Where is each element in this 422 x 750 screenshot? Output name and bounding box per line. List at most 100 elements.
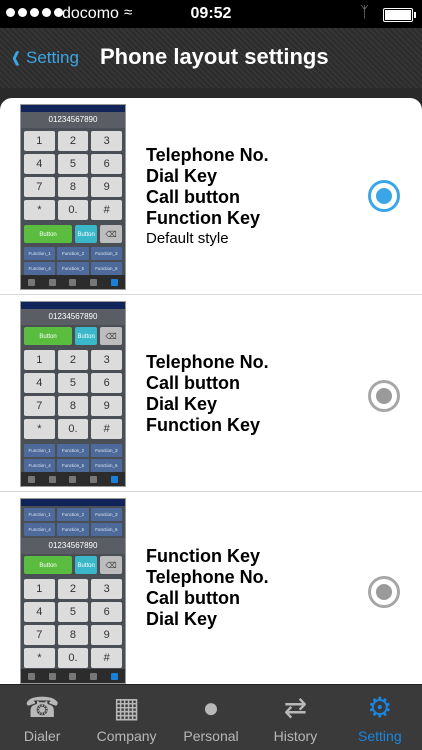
- bottom-tab-bar: ☎ Dialer ▦ Company ● Personal ⇄ History ⚙ Setting: [0, 684, 422, 750]
- thumb-function-key: Function_2: [57, 444, 89, 457]
- thumb-dial-key: 7: [24, 177, 55, 197]
- thumb-function-key: Function_6: [90, 523, 122, 536]
- thumb-function-key: Function_1: [24, 508, 56, 521]
- thumb-dial-key: 9: [91, 396, 122, 416]
- thumb-dial-key: 1: [24, 350, 55, 370]
- thumb-dial-key: 5: [57, 154, 89, 174]
- thumb-delete-icon: ⌫: [100, 556, 122, 574]
- thumb-status-bar: [21, 302, 125, 309]
- thumb-dial-key: 5: [57, 373, 89, 393]
- back-label: Setting: [26, 48, 79, 67]
- building-icon: ▦: [113, 692, 140, 723]
- thumb-function-key: Function_3: [90, 247, 122, 260]
- thumb-dial-keypad: 1 2 3 4 5 6 7 8 9 * 0. #: [21, 128, 125, 223]
- layout-order-item: Function Key: [146, 546, 261, 566]
- tab-history[interactable]: ⇄ History: [253, 685, 337, 750]
- thumb-function-key: Function_4: [24, 523, 56, 536]
- tab-setting[interactable]: ⚙ Setting: [338, 685, 422, 750]
- layout-order-item: Function Key: [146, 208, 261, 228]
- thumb-dial-key: 0.: [57, 200, 89, 220]
- thumb-dial-key: *: [24, 419, 55, 439]
- thumb-dial-key: 8: [57, 396, 89, 416]
- thumb-function-key: Function_5: [57, 523, 89, 536]
- thumb-dial-key: 4: [24, 602, 55, 622]
- thumb-dial-key: *: [24, 200, 55, 220]
- thumb-dial-key: 1: [24, 579, 55, 599]
- thumb-function-keys: Function_1 Function_2 Function_3 Function_4…: [21, 506, 125, 538]
- layout-radio-button[interactable]: [368, 576, 400, 608]
- thumb-function-key: Function_5: [57, 262, 89, 275]
- thumb-call-row: Button Button ⌫: [21, 554, 125, 576]
- layout-order-item: Dial Key: [146, 166, 218, 186]
- layout-option-labels: Function Key Telephone No. Call button Dial…: [146, 546, 269, 630]
- status-time: 09:52: [190, 5, 232, 22]
- thumb-dial-key: 0.: [57, 648, 89, 668]
- thumb-dial-key: #: [91, 419, 122, 439]
- layout-preview-thumbnail: Function_1 Function_2 Function_3 Function_4…: [20, 498, 126, 684]
- layout-option-row[interactable]: Function_1 Function_2 Function_3 Function_4…: [0, 492, 422, 684]
- bluetooth-icon: ᛉ: [360, 4, 370, 21]
- layout-option-labels: Telephone No. Call button Dial Key Function…: [146, 352, 269, 436]
- tab-dialer[interactable]: ☎ Dialer: [0, 685, 84, 750]
- thumb-tab-bar: [21, 472, 125, 486]
- thumb-call-row: Button Button ⌫: [21, 325, 125, 347]
- tab-company[interactable]: ▦ Company: [84, 685, 168, 750]
- layout-radio-button[interactable]: [368, 380, 400, 412]
- thumb-tab-bar: [21, 669, 125, 683]
- thumb-delete-icon: ⌫: [100, 327, 122, 345]
- thumb-function-key: Function_1: [24, 247, 56, 260]
- layout-option-subtitle: Default style: [146, 230, 229, 247]
- thumb-dial-key: 2: [57, 579, 89, 599]
- thumb-function-key: Function_4: [24, 459, 56, 472]
- thumb-dial-key: #: [91, 200, 122, 220]
- layout-order-item: Dial Key: [146, 609, 218, 629]
- battery-icon: [383, 8, 416, 22]
- tab-label: Dialer: [23, 728, 61, 744]
- thumb-number-display: 01234567890: [21, 309, 125, 325]
- status-bar: docomo ≈ 09:52 ᛉ: [0, 0, 422, 28]
- thumb-number-display: 01234567890: [21, 538, 125, 554]
- tab-personal[interactable]: ● Personal: [169, 685, 253, 750]
- layout-option-labels: Telephone No. Dial Key Call button Function…: [146, 145, 269, 249]
- thumb-dial-key: 7: [24, 396, 55, 416]
- layout-options-list: 01234567890 1 2 3 4 5 6 7 8 9 * 0. # Button Button ⌫ Fun…: [0, 98, 422, 684]
- dialpad-phone-icon: ☎: [24, 692, 60, 723]
- thumb-status-bar: [21, 105, 125, 112]
- thumb-dial-key: 9: [91, 177, 122, 197]
- layout-radio-button[interactable]: [368, 180, 400, 212]
- thumb-dial-key: 4: [24, 373, 55, 393]
- thumb-function-key: Function_3: [90, 444, 122, 457]
- thumb-dial-key: 6: [91, 602, 122, 622]
- thumb-function-key: Function_3: [90, 508, 122, 521]
- thumb-call-button: Button: [24, 327, 73, 345]
- layout-option-row[interactable]: 01234567890 1 2 3 4 5 6 7 8 9 * 0. # Button Button ⌫ Fun…: [0, 98, 422, 295]
- thumb-number-display: 01234567890: [21, 112, 125, 128]
- tab-label: Setting: [358, 728, 402, 744]
- thumb-secondary-button: Button: [75, 225, 98, 243]
- thumb-dial-key: 8: [57, 625, 89, 645]
- thumb-function-key: Function_2: [57, 247, 89, 260]
- thumb-dial-key: 2: [57, 131, 89, 151]
- thumb-function-key: Function_1: [24, 444, 56, 457]
- gears-icon: ⚙: [367, 692, 393, 723]
- thumb-dial-key: 2: [57, 350, 89, 370]
- history-arrows-icon: ⇄: [283, 692, 308, 723]
- thumb-function-key: Function_6: [90, 262, 122, 275]
- layout-order-item: Telephone No.: [146, 567, 269, 587]
- thumb-status-bar: [21, 499, 125, 506]
- thumb-dial-key: *: [24, 648, 55, 668]
- thumb-function-key: Function_6: [90, 459, 122, 472]
- tab-label: History: [273, 728, 318, 744]
- thumb-dial-key: 9: [91, 625, 122, 645]
- layout-order-item: Function Key: [146, 415, 261, 435]
- back-button[interactable]: ‹ Setting: [10, 38, 79, 74]
- page-title: Phone layout settings: [100, 44, 329, 69]
- thumb-dial-key: 3: [91, 350, 122, 370]
- layout-option-row[interactable]: 01234567890 Button Button ⌫ 1 2 3 4 5 6 7 8 9 * 0. # Fun…: [0, 295, 422, 492]
- thumb-dial-key: 6: [91, 373, 122, 393]
- layout-order-item: Call button: [146, 187, 240, 207]
- thumb-call-button: Button: [24, 225, 73, 243]
- thumb-dial-key: 8: [57, 177, 89, 197]
- thumb-secondary-button: Button: [75, 556, 98, 574]
- thumb-dial-key: 4: [24, 154, 55, 174]
